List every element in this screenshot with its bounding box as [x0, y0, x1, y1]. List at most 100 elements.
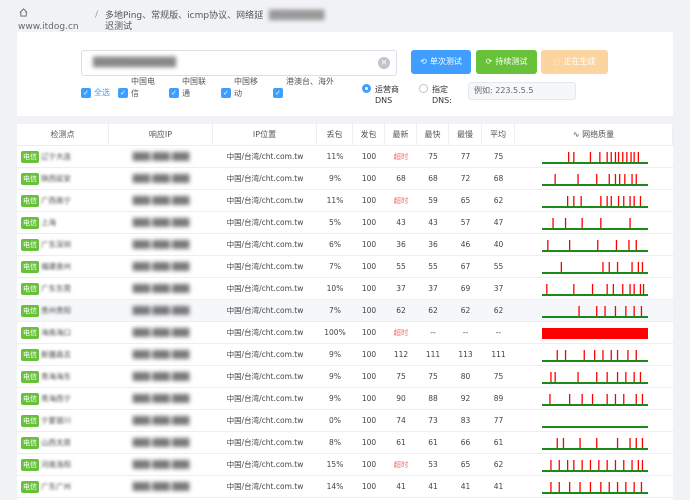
site-name: 海南海口 [41, 328, 71, 337]
target-input[interactable]: ████████████ × [81, 50, 397, 76]
cell-ip: ███.███.███ [132, 218, 190, 227]
quality-sparkline [542, 262, 648, 274]
table-row[interactable]: 电信 上海 ███.███.███ 中国/台湾/cht.com.tw 5% 100 43 43… [17, 212, 673, 234]
checkbox-telecom[interactable]: ✓ 中国电信 [118, 76, 166, 106]
breadcrumb-item-ping[interactable]: 多地Ping、常规版、icmp协议、网络延迟测试 [105, 11, 267, 33]
cell-ip-location: 中国/台湾/cht.com.tw [226, 372, 304, 381]
table-row[interactable]: 电信 山西太原 ███.███.███ 中国/台湾/cht.com.tw 8% 100 61… [17, 432, 673, 454]
loss-spike [568, 152, 570, 162]
loss-spike [633, 196, 635, 206]
loss-spike [569, 240, 571, 250]
loss-spike [637, 262, 639, 272]
table-row[interactable]: 电信 青海西宁 ███.███.███ 中国/台湾/cht.com.tw 9% 100 90… [17, 388, 673, 410]
loss-spike [633, 372, 635, 382]
cell-latest: 41 [396, 482, 406, 491]
cell-site: 电信 河南洛阳 [17, 454, 109, 476]
cell-latest: 37 [396, 284, 406, 293]
quality-sparkline [542, 240, 648, 252]
checkbox-overseas[interactable]: ✓ 港澳台、海外 [273, 76, 334, 106]
loss-spike [616, 482, 619, 492]
isp-badge: 电信 [21, 283, 39, 295]
loss-spike [598, 460, 600, 470]
table-row[interactable]: 电信 广西南宁 ███.███.███ 中国/台湾/cht.com.tw 11% 100 超… [17, 190, 673, 212]
isp-badge: 电信 [21, 217, 39, 229]
cell-ip: ███.███.███ [132, 174, 190, 183]
loss-spike [616, 438, 619, 448]
cell-latest: 61 [396, 438, 406, 447]
loss-spike [554, 174, 556, 184]
table-row[interactable]: 电信 福建泉州 ███.███.███ 中国/台湾/cht.com.tw 7% 100 55… [17, 256, 673, 278]
dns-input[interactable]: 例如: 223.5.5.5 [468, 82, 576, 100]
latency-baseline [542, 228, 648, 230]
breadcrumb-home[interactable]: www.itdog.cn [18, 8, 79, 32]
cell-site: 电信 广东广州 [17, 476, 109, 498]
loss-spike [625, 482, 627, 492]
table-row[interactable]: 电信 河南洛阳 ███.███.███ 中国/台湾/cht.com.tw 15% 100 超… [17, 454, 673, 476]
cell-slowest: 83 [460, 416, 471, 425]
loss-spike [633, 306, 635, 316]
table-row[interactable]: 电信 广东深圳 ███.███.███ 中国/台湾/cht.com.tw 6% 100 36… [17, 234, 673, 256]
quality-sparkline [542, 438, 648, 450]
cell-sent: 100 [361, 284, 377, 293]
loss-spike [628, 240, 630, 250]
loss-spike [614, 174, 617, 184]
checkbox-mobile[interactable]: ✓ 中国移动 [221, 76, 269, 106]
loss-spike [639, 372, 642, 382]
cell-fastest: 111 [425, 350, 441, 359]
loss-bar [542, 328, 648, 339]
site-name: www.itdog.cn [18, 22, 79, 32]
table-row[interactable]: 电信 陕西延安 ███.███.███ 中国/台湾/cht.com.tw 9% 100 68… [17, 168, 673, 190]
cell-fastest: 75 [428, 372, 438, 381]
loss-spike [635, 394, 637, 404]
isp-badge: 电信 [21, 151, 39, 163]
header-col-fastest: 最快 [417, 124, 449, 146]
clear-icon[interactable]: × [378, 57, 390, 69]
loss-spike [625, 372, 627, 382]
radio-dot [419, 84, 428, 93]
header-col-quality: ∿ 网络质量 [515, 124, 673, 146]
loss-spike [599, 152, 601, 162]
loss-spike [633, 482, 635, 492]
cell-slowest: 92 [460, 394, 471, 403]
cell-sent: 100 [361, 482, 377, 491]
loss-spike [564, 218, 567, 228]
latency-baseline [542, 206, 648, 208]
cell-sent: 100 [361, 306, 377, 315]
quality-sparkline [542, 174, 648, 186]
cell-ip-location: 中国/台湾/cht.com.tw [226, 350, 304, 359]
loss-spike [624, 174, 626, 184]
isp-badge: 电信 [21, 261, 39, 273]
table-row[interactable]: 电信 广东广州 ███.███.███ 中国/台湾/cht.com.tw 14% 100 4… [17, 476, 673, 498]
radio-dot [362, 84, 371, 93]
quality-sparkline [542, 196, 648, 208]
table-row[interactable]: 电信 青海海东 ███.███.███ 中国/台湾/cht.com.tw 9% 100 75… [17, 366, 673, 388]
table-row[interactable]: 电信 贵州贵阳 ███.███.███ 中国/台湾/cht.com.tw 7% 100 62… [17, 300, 673, 322]
table-row[interactable]: 电信 宁夏银川 ███.███.███ 中国/台湾/cht.com.tw 0% 100 74… [17, 410, 673, 432]
check-icon: ✓ [118, 88, 128, 98]
loss-spike [594, 350, 596, 360]
cell-slowest: 67 [460, 262, 471, 271]
table-row[interactable]: 电信 辽宁大连 ███.███.███ 中国/台湾/cht.com.tw 11% 100 超… [17, 146, 673, 168]
cell-slowest: 62 [460, 306, 471, 315]
table-row[interactable]: 电信 海南海口 ███.███.███ 中国/台湾/cht.com.tw 100% 100… [17, 322, 673, 344]
cell-ip: ███.███.███ [132, 460, 190, 469]
cell-fastest: 73 [428, 416, 438, 425]
table-row[interactable]: 电信 新疆昌吉 ███.███.███ 中国/台湾/cht.com.tw 9% 100 11… [17, 344, 673, 366]
loss-spike [623, 460, 625, 470]
isp-badge: 电信 [21, 481, 39, 493]
cell-fastest: 68 [428, 174, 438, 183]
cell-latest: 超时 [393, 196, 409, 205]
loss-spike [558, 482, 560, 492]
cell-ip: ███.███.███ [132, 482, 190, 491]
site-name: 辽宁大连 [41, 152, 71, 161]
isp-badge: 电信 [21, 327, 39, 339]
checkbox-unicom[interactable]: ✓ 中国联通 [169, 76, 217, 106]
table-row[interactable]: 电信 广东东莞 ███.███.███ 中国/台湾/cht.com.tw 10% 100 3… [17, 278, 673, 300]
single-test-button[interactable]: ⟲ 单次测试 [411, 50, 471, 74]
quality-sparkline [542, 284, 648, 296]
continuous-test-button[interactable]: ⟳ 持续测试 [476, 50, 537, 74]
cell-latest: 90 [396, 394, 406, 403]
generating-button[interactable]: ◌ 正在生成 [541, 50, 608, 74]
refresh-icon: ⟲ [420, 57, 427, 66]
loss-spike [615, 240, 618, 250]
